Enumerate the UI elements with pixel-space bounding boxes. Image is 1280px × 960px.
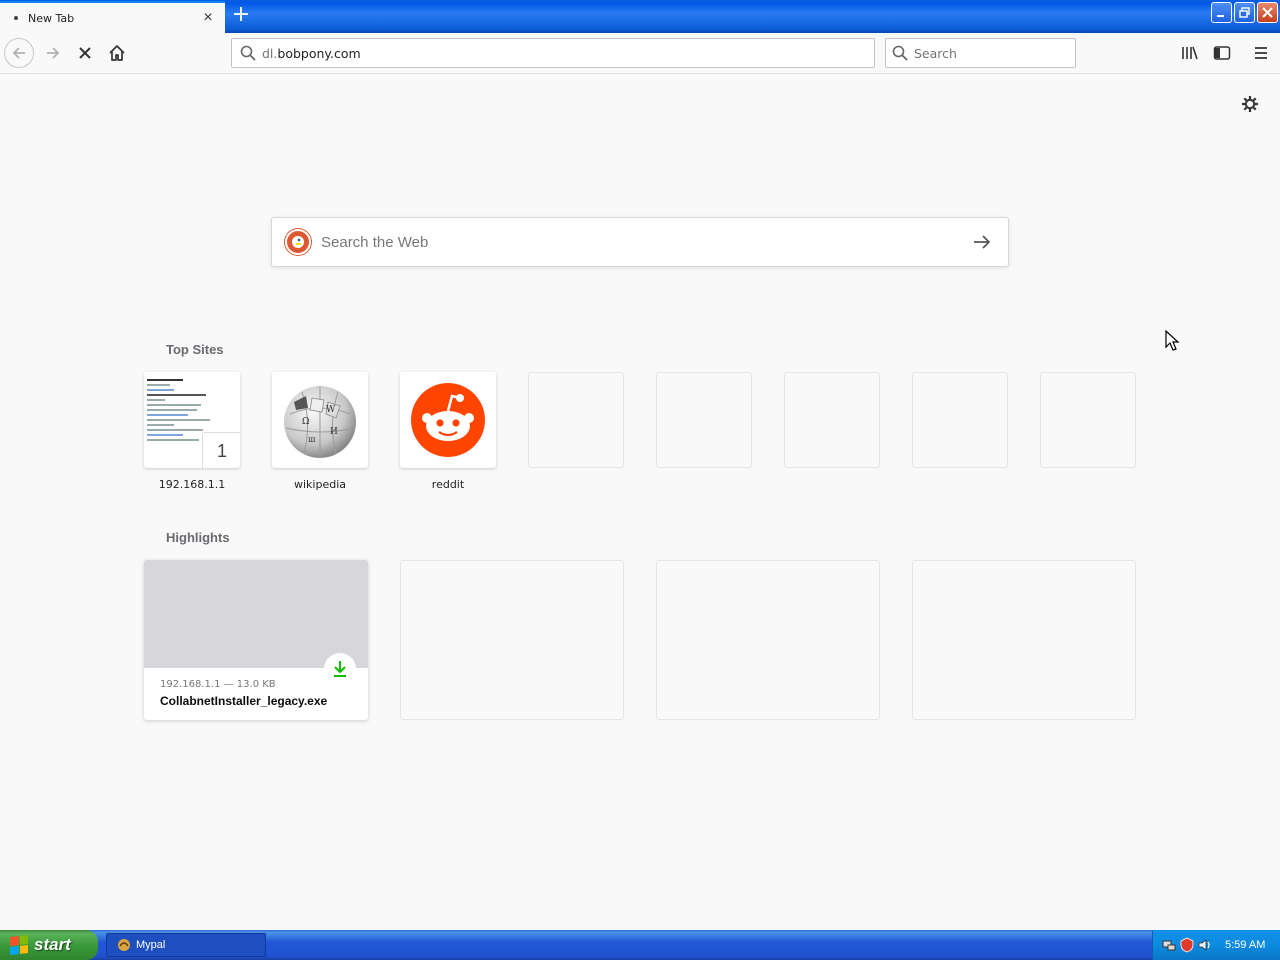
web-search-submit-button[interactable] bbox=[962, 222, 1002, 262]
network-icon[interactable] bbox=[1161, 937, 1177, 953]
window-controls bbox=[1211, 2, 1278, 23]
top-site-placeholder bbox=[528, 372, 624, 468]
close-tab-button[interactable]: × bbox=[197, 7, 219, 29]
svg-text:W: W bbox=[326, 405, 336, 415]
loading-dot-icon bbox=[14, 16, 18, 20]
highlight-placeholder bbox=[656, 560, 880, 720]
sidebar-button[interactable] bbox=[1207, 38, 1237, 68]
highlight-placeholder bbox=[912, 560, 1136, 720]
minimize-button[interactable] bbox=[1211, 2, 1232, 23]
stop-icon bbox=[79, 47, 91, 59]
highlight-filename: CollabnetInstaller_legacy.exe bbox=[160, 694, 328, 708]
sidebar-icon bbox=[1213, 46, 1231, 60]
url-text: dl.bobpony.com bbox=[262, 46, 361, 61]
highlight-thumbnail bbox=[144, 560, 368, 668]
taskbar-item-label: Mypal bbox=[136, 939, 166, 951]
taskbar-clock: 5:59 AM bbox=[1225, 939, 1266, 951]
new-tab-page: Search the Web Top Sites 1 192.168.1.1 Ω… bbox=[0, 74, 1280, 930]
highlight-meta: 192.168.1.1 — 13.0 KB bbox=[160, 679, 276, 690]
forward-arrow-icon bbox=[47, 47, 60, 59]
gear-icon bbox=[1242, 96, 1258, 112]
windows-logo-icon bbox=[10, 935, 28, 955]
svg-text:И: И bbox=[330, 427, 338, 437]
hamburger-menu-icon bbox=[1255, 47, 1267, 59]
search-icon bbox=[892, 45, 908, 61]
navigation-toolbar: dl.bobpony.com Search bbox=[0, 33, 1280, 74]
duck-icon bbox=[292, 236, 304, 248]
top-sites-title: Top Sites bbox=[166, 342, 224, 357]
close-icon bbox=[1262, 7, 1273, 18]
library-icon bbox=[1182, 46, 1198, 60]
top-site-tile-wikipedia[interactable]: Ω W И ш bbox=[272, 372, 368, 468]
download-badge bbox=[324, 653, 356, 685]
title-bar: New Tab × + bbox=[0, 0, 1280, 33]
highlight-card-download[interactable]: 192.168.1.1 — 13.0 KB CollabnetInstaller… bbox=[144, 560, 368, 720]
tab-new-tab[interactable]: New Tab × bbox=[0, 1, 225, 33]
top-site-tile-router[interactable]: 1 bbox=[144, 372, 240, 468]
reddit-logo-icon bbox=[411, 383, 485, 457]
volume-icon[interactable] bbox=[1197, 937, 1213, 953]
tile-badge: 1 bbox=[202, 432, 240, 468]
web-search-box[interactable]: Search the Web bbox=[271, 217, 1009, 267]
url-subdomain: dl. bbox=[262, 45, 278, 61]
menu-button[interactable] bbox=[1246, 38, 1276, 68]
download-arrow-icon bbox=[334, 661, 346, 677]
top-site-placeholder bbox=[784, 372, 880, 468]
customize-button[interactable] bbox=[1238, 92, 1262, 116]
restore-icon bbox=[1239, 7, 1250, 18]
search-icon bbox=[240, 45, 256, 61]
top-site-label: reddit bbox=[431, 478, 465, 491]
tab-title: New Tab bbox=[28, 11, 75, 25]
top-site-label: wikipedia bbox=[293, 478, 346, 491]
close-window-button[interactable] bbox=[1257, 2, 1278, 23]
highlight-placeholder bbox=[400, 560, 624, 720]
minimize-icon bbox=[1217, 15, 1224, 17]
web-search-placeholder: Search the Web bbox=[321, 233, 429, 251]
start-label: start bbox=[34, 935, 71, 954]
highlights-title: Highlights bbox=[166, 530, 230, 545]
search-placeholder: Search bbox=[914, 45, 957, 61]
back-arrow-icon bbox=[12, 47, 25, 59]
top-site-tile-reddit[interactable] bbox=[400, 372, 496, 468]
library-button[interactable] bbox=[1175, 38, 1205, 68]
restore-button[interactable] bbox=[1234, 2, 1255, 23]
top-site-label: 192.168.1.1 bbox=[158, 478, 226, 491]
new-tab-button[interactable]: + bbox=[229, 4, 253, 27]
home-icon bbox=[109, 45, 125, 61]
forward-button[interactable] bbox=[38, 38, 68, 68]
arrow-right-icon bbox=[974, 235, 991, 249]
wikipedia-globe-icon: Ω W И ш bbox=[284, 386, 356, 458]
taskbar-item-mypal[interactable]: Mypal bbox=[106, 933, 266, 957]
stop-button[interactable] bbox=[70, 38, 100, 68]
taskbar: start Mypal 5:59 AM bbox=[0, 930, 1280, 960]
top-site-placeholder bbox=[912, 372, 1008, 468]
security-shield-icon[interactable] bbox=[1179, 937, 1195, 953]
top-site-placeholder bbox=[1040, 372, 1136, 468]
search-bar[interactable]: Search bbox=[885, 38, 1076, 68]
start-button[interactable]: start bbox=[0, 930, 98, 960]
back-button[interactable] bbox=[4, 38, 34, 68]
svg-text:ш: ш bbox=[308, 435, 316, 444]
system-tray: 5:59 AM bbox=[1152, 930, 1280, 960]
url-domain: bobpony.com bbox=[277, 45, 361, 61]
duckduckgo-logo-icon bbox=[285, 229, 311, 255]
svg-text:Ω: Ω bbox=[302, 417, 309, 427]
address-bar[interactable]: dl.bobpony.com bbox=[231, 38, 875, 68]
top-site-placeholder bbox=[656, 372, 752, 468]
mypal-app-icon bbox=[118, 939, 130, 951]
home-button[interactable] bbox=[102, 38, 132, 68]
mouse-cursor-icon bbox=[1165, 330, 1180, 351]
